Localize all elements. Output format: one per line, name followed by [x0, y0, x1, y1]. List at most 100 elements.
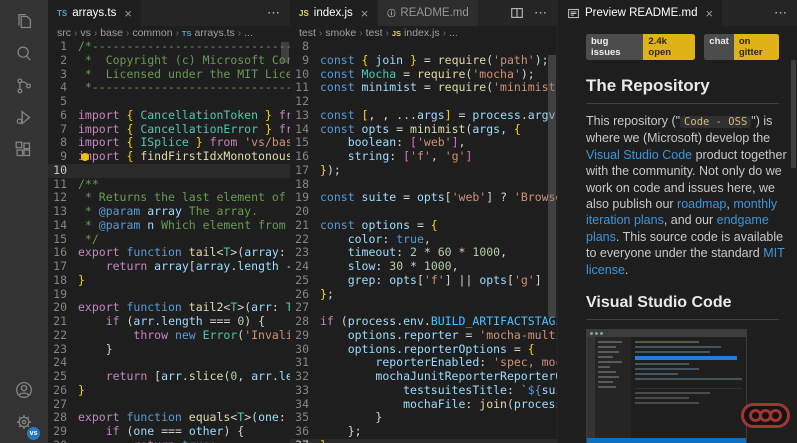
code-line[interactable]: 12 * Returns the last element of an arra… [48, 190, 290, 205]
code-line[interactable]: 21 if (arr.length === 0) { [48, 314, 290, 329]
manage-gear-icon[interactable]: vs [0, 406, 48, 440]
split-editor-icon[interactable] [510, 6, 524, 20]
scrollbar-pane2[interactable] [547, 40, 557, 443]
code-line[interactable]: 11 const minimist = require('minimist'); [290, 80, 557, 95]
shield-badge[interactable]: chat on gitter [704, 34, 779, 60]
code-line[interactable]: 29 if (one === other) { [48, 424, 290, 439]
close-icon[interactable]: × [705, 7, 713, 20]
code-line[interactable]: 27 [290, 300, 557, 315]
code-line[interactable]: 18 [290, 177, 557, 192]
code-line[interactable]: 37} [290, 438, 557, 443]
breadcrumb-item[interactable]: ... [449, 27, 458, 39]
code-line[interactable]: 18} [48, 273, 290, 288]
tab-arrays-ts[interactable]: TS arrays.ts × [48, 0, 142, 26]
code-line[interactable]: 33 testsuitesTitle: `${suite} Smoke Test… [290, 383, 557, 398]
code-line[interactable]: 8 import { ISplice } from 'vs/base/common… [48, 135, 290, 150]
breadcrumb-item[interactable]: smoke [325, 27, 356, 39]
code-line[interactable]: 9 const { join } = require('path'); [290, 53, 557, 68]
code-line[interactable]: 25 grep: opts['f'] || opts['g'] [290, 273, 557, 288]
code-line[interactable]: 10 const Mocha = require('mocha'); [290, 67, 557, 82]
code-line[interactable]: 23 timeout: 2 * 60 * 1000, [290, 245, 557, 260]
code-line[interactable]: 30 return true; [48, 438, 290, 443]
code-line[interactable]: 26}; [290, 287, 557, 302]
code-line[interactable]: 5 [48, 94, 290, 109]
explorer-icon[interactable] [0, 6, 48, 38]
tab-readme-md[interactable]: ⓘ README.md [378, 0, 479, 26]
code-line[interactable]: 20 export function tail2<T>(arr: T[]): [T… [48, 300, 290, 315]
code-editor-arrays[interactable]: 1 /*-------------------------------------… [48, 40, 290, 443]
code-line[interactable]: 13 const [, , ...args] = process.argv; [290, 108, 557, 123]
code-line[interactable]: 31 reporterEnabled: 'spec, mocha-junit-r… [290, 355, 557, 370]
source-control-icon[interactable] [0, 70, 48, 102]
extensions-icon[interactable] [0, 134, 48, 166]
scrollbar-preview[interactable] [791, 60, 796, 168]
code-line[interactable]: 3 * Licensed under the MIT License. See … [48, 66, 290, 82]
code-line[interactable]: 12 [290, 94, 557, 109]
code-line[interactable]: 7 import { CancellationError } from 'vs/b… [48, 122, 290, 137]
code-line[interactable]: 4 *-------------------------------------… [48, 80, 290, 95]
breadcrumb-item[interactable]: ... [244, 27, 253, 39]
run-debug-icon[interactable] [0, 102, 48, 134]
code-line[interactable]: 24 slow: 30 * 1000, [290, 259, 557, 274]
code-line[interactable]: 17}); [290, 163, 557, 178]
code-line[interactable]: 35 } [290, 410, 557, 425]
code-line[interactable]: 17 return array[array.length - (1 + n)]; [48, 259, 290, 274]
code-line[interactable]: 28 if (process.env.BUILD_ARTIFACTSTAGINGD… [290, 314, 557, 329]
code-line[interactable]: 36 }; [290, 424, 557, 439]
breadcrumb-item[interactable]: base [100, 27, 123, 39]
breadcrumb-item[interactable]: common [132, 27, 172, 39]
breadcrumb-item[interactable]: test [366, 27, 383, 39]
code-line[interactable]: 22 throw new Error('Invalid tail call'); [48, 328, 290, 343]
code-line[interactable]: 15 boolean: ['web'], [290, 135, 557, 150]
search-icon[interactable] [0, 38, 48, 70]
code-line[interactable]: 23 } [48, 342, 290, 357]
code-line[interactable]: 9 import { findFirstIdxMonotonousOrArrLen… [48, 149, 290, 164]
code-editor-index[interactable]: 8 9 const { join } = require('path'); 10 con… [290, 40, 557, 443]
breadcrumb-item[interactable]: src [57, 27, 71, 39]
code-line[interactable]: 11 /** [48, 177, 290, 192]
code-line[interactable]: 16 export function tail<T>(array: ArrayLi… [48, 245, 290, 260]
code-line[interactable]: 14 * @param n Which element from the end… [48, 218, 290, 233]
breadcrumb-item[interactable]: test [299, 27, 316, 39]
code-line[interactable]: 1 /*-------------------------------------… [48, 40, 290, 54]
code-line[interactable]: 32 mochaJunitReporterReporterOptions: { [290, 369, 557, 384]
code-line[interactable]: 22 color: true, [290, 232, 557, 247]
code-line[interactable]: 28 export function equals<T>(one: Readonl… [48, 410, 290, 425]
code-line[interactable]: 8 [290, 40, 557, 54]
line-number: 3 [60, 66, 67, 81]
code-line[interactable]: 21 const options = { [290, 218, 557, 233]
code-line[interactable]: 14 const opts = minimist(args, { [290, 122, 557, 137]
code-line[interactable]: 2 * Copyright (c) Microsoft Corporation.… [48, 53, 290, 68]
breadcrumb-item[interactable]: vs [80, 27, 91, 39]
code-line[interactable]: 29 options.reporter = 'mocha-multi-repor… [290, 328, 557, 343]
code-line[interactable]: 24 [48, 355, 290, 370]
code-line[interactable]: 30 options.reporterOptions = { [290, 342, 557, 357]
more-actions-icon[interactable]: ⋯ [774, 5, 788, 21]
tab-preview-readme[interactable]: Preview README.md × [558, 0, 724, 26]
code-line[interactable]: 10 [48, 162, 290, 178]
close-icon[interactable]: × [124, 7, 132, 20]
code-line[interactable]: 16 string: ['f', 'g'] [290, 149, 557, 164]
code-line[interactable]: 34 mochaFile: join(process.env.BUILD_ART… [290, 397, 557, 412]
breadcrumb-item[interactable]: JS index.js [392, 27, 440, 39]
code-line[interactable]: 19 const suite = opts['web'] ? 'Browser S… [290, 190, 557, 205]
line-number: 10 [53, 162, 67, 177]
code-line[interactable]: 27 [48, 397, 290, 412]
more-actions-icon[interactable]: ⋯ [267, 5, 281, 21]
code-line[interactable]: 15 */ [48, 232, 290, 247]
markdown-link[interactable]: Visual Studio Code [586, 148, 692, 162]
accounts-icon[interactable] [0, 374, 48, 406]
code-line[interactable]: 26} [48, 383, 290, 398]
code-line[interactable]: 6 import { CancellationToken } from 'vs/b… [48, 108, 290, 123]
tab-index-js[interactable]: JS index.js × [290, 0, 379, 26]
breadcrumb-item[interactable]: TS arrays.ts [182, 27, 235, 39]
markdown-link[interactable]: roadmap [677, 197, 726, 211]
code-line[interactable]: 25 return [arr.slice(0, arr.length - 1),… [48, 369, 290, 384]
more-actions-icon[interactable]: ⋯ [534, 5, 548, 21]
close-icon[interactable]: × [361, 7, 369, 20]
code-line[interactable]: 13 * @param array The array. [48, 204, 290, 219]
scrollbar-pane1[interactable] [280, 40, 290, 443]
code-line[interactable]: 19 [48, 287, 290, 302]
shield-badge[interactable]: bug issues 2.4k open [586, 34, 696, 60]
code-line[interactable]: 20 [290, 204, 557, 219]
